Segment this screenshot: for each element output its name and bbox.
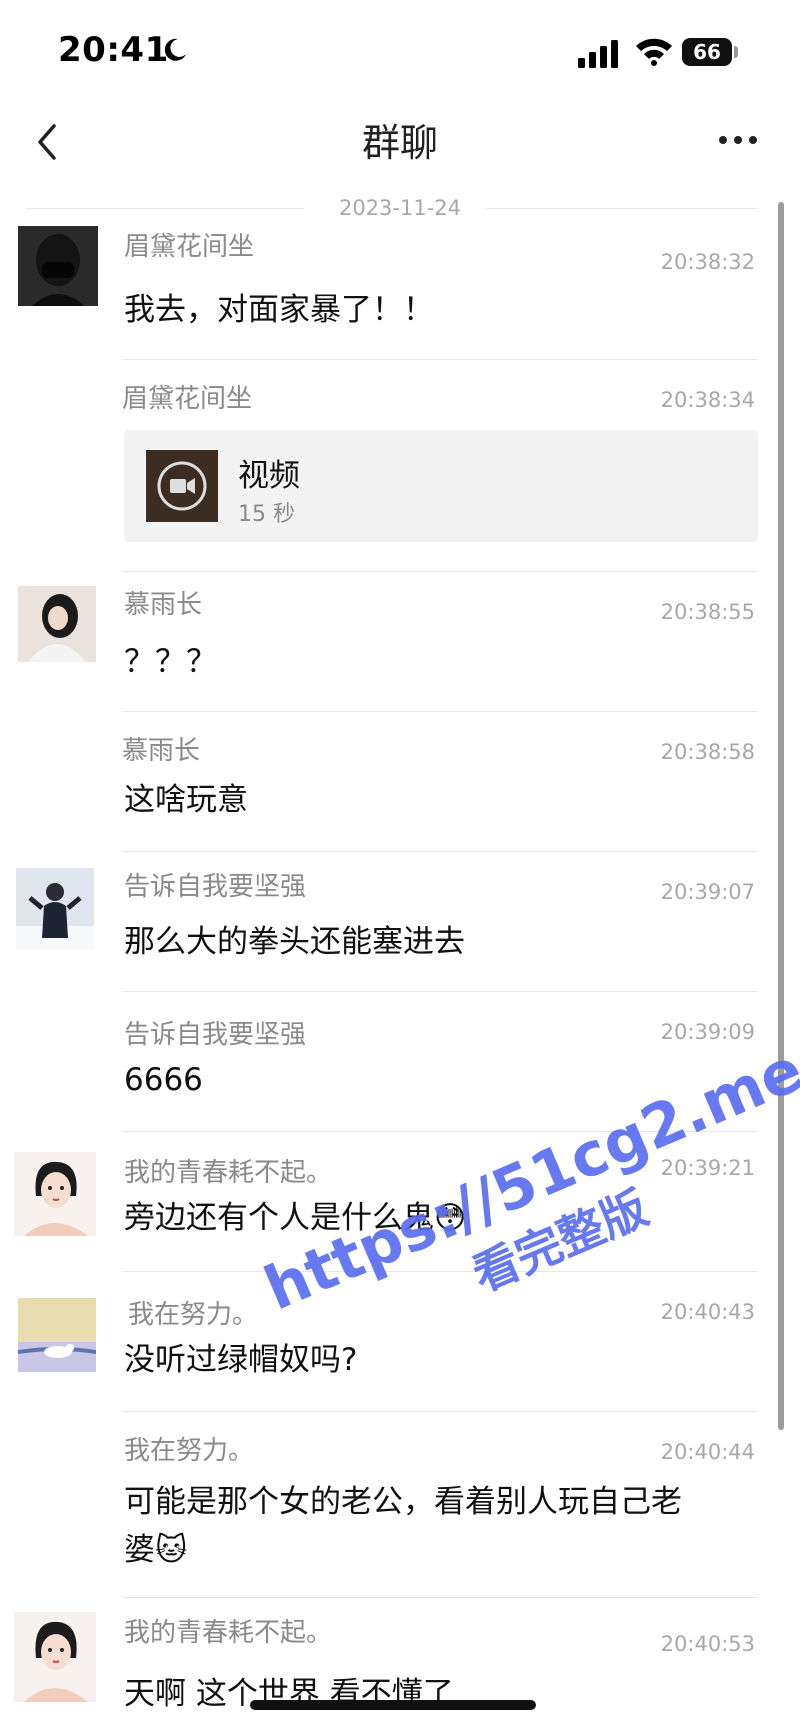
message-text: 这啥玩意	[124, 782, 248, 818]
message-separator	[124, 711, 758, 712]
avatar-image	[18, 586, 96, 662]
sender-name: 我在努力。	[128, 1300, 259, 1330]
video-play-icon	[157, 461, 207, 511]
message-separator	[124, 571, 758, 572]
video-duration: 15 秒	[238, 502, 295, 527]
video-message-card[interactable]: 视频 15 秒	[124, 430, 758, 542]
avatar-image	[14, 1152, 96, 1236]
message-time: 20:39:09	[660, 1020, 755, 1044]
message-time: 20:38:34	[660, 388, 755, 412]
sender-name: 我的青春耗不起。	[124, 1158, 333, 1188]
message-time: 20:40:44	[660, 1440, 755, 1464]
avatar[interactable]	[18, 1298, 96, 1372]
battery-indicator: 66	[682, 38, 732, 66]
avatar[interactable]	[18, 586, 96, 662]
message-text: 天啊 这个世界 看不懂了	[124, 1676, 454, 1712]
cat-emoji: 🐱	[155, 1532, 188, 1568]
sender-name: 我的青春耗不起。	[124, 1618, 333, 1648]
message-text: 6666	[124, 1062, 203, 1098]
message-text: 婆🐱	[124, 1526, 187, 1574]
sender-name: 告诉自我要坚强	[124, 1020, 307, 1050]
date-divider-line-right	[486, 208, 756, 209]
sender-name: 眉黛花间坐	[122, 384, 253, 414]
message-time: 20:40:43	[660, 1300, 755, 1324]
moon-icon	[164, 38, 186, 61]
sender-name: 我在努力。	[124, 1436, 255, 1466]
wifi-icon	[636, 38, 672, 66]
avatar-image	[18, 226, 98, 306]
status-bar: 20:41 66	[0, 0, 800, 100]
sender-name: 慕雨长	[122, 736, 201, 766]
message-text: 那么大的拳头还能塞进去	[124, 924, 465, 960]
avatar-image	[16, 868, 94, 950]
status-time: 20:41	[58, 30, 169, 70]
sender-name: 慕雨长	[124, 590, 203, 620]
message-text: 可能是那个女的老公，看着别人玩自己老	[124, 1484, 682, 1520]
message-time: 20:38:58	[660, 740, 755, 764]
more-options-icon[interactable]	[718, 134, 758, 146]
message-time: 20:38:55	[660, 600, 755, 624]
message-text-body: 婆	[124, 1532, 155, 1568]
message-separator	[124, 1597, 758, 1598]
message-text: 我去，对面家暴了！！	[124, 292, 434, 328]
home-indicator	[250, 1700, 536, 1710]
chat-title: 群聊	[361, 121, 438, 165]
sender-name: 告诉自我要坚强	[124, 872, 307, 902]
message-text: ？？？	[124, 644, 217, 680]
avatar-image	[14, 1612, 96, 1702]
avatar[interactable]	[18, 226, 98, 306]
message-separator	[124, 851, 758, 852]
battery-tip	[734, 46, 738, 58]
message-separator	[124, 359, 758, 360]
message-time: 20:39:07	[660, 880, 755, 904]
avatar[interactable]	[16, 868, 94, 950]
avatar-image	[18, 1298, 96, 1372]
video-title: 视频	[238, 458, 300, 494]
message-separator	[124, 1411, 758, 1412]
sender-name: 眉黛花间坐	[124, 232, 255, 262]
message-separator	[124, 991, 758, 992]
cellular-signal-icon	[578, 40, 618, 68]
message-time: 20:38:32	[660, 250, 755, 274]
scrollbar[interactable]	[778, 202, 784, 1430]
avatar[interactable]	[14, 1612, 96, 1702]
message-time: 20:40:53	[660, 1632, 755, 1656]
avatar[interactable]	[14, 1152, 96, 1236]
video-thumbnail	[146, 450, 218, 522]
